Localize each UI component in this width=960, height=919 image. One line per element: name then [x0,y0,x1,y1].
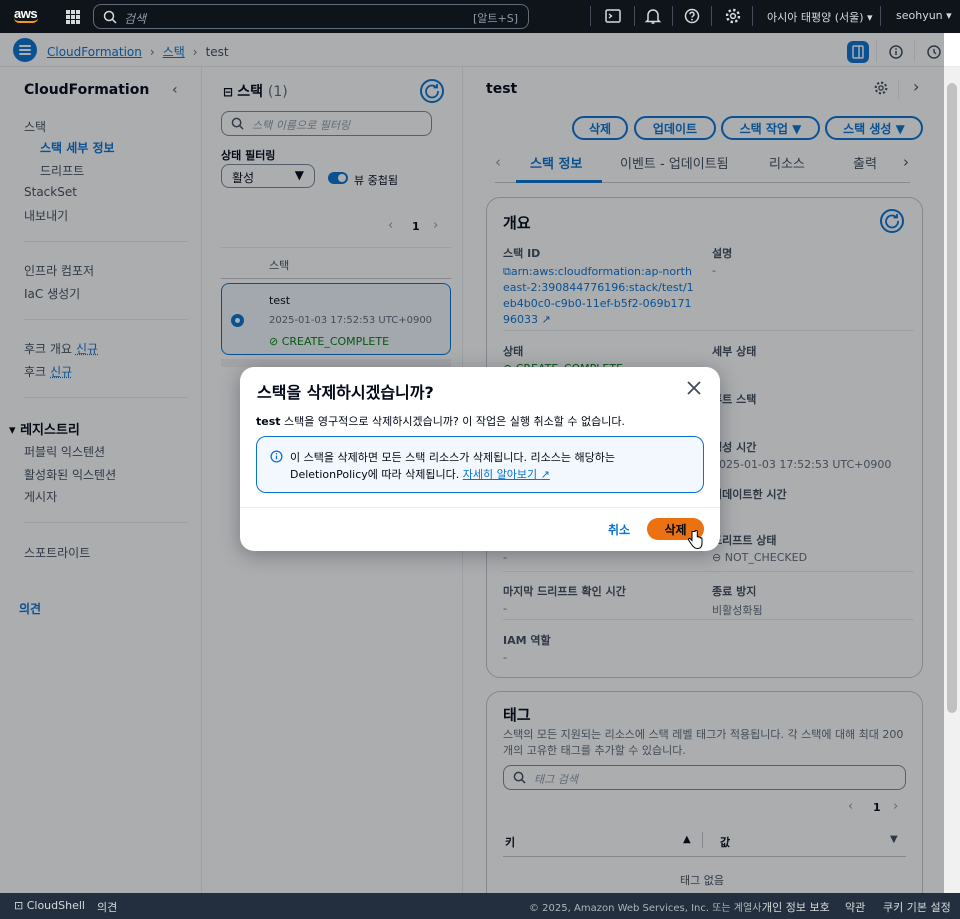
modal-divider [240,507,720,508]
alert-line-2-text: DeletionPolicy에 따라 삭제됩니다. [290,468,460,481]
region-selector[interactable]: 아시아 태평양 (서울) ▾ [767,9,873,25]
page-scrollbar[interactable] [944,67,960,893]
divider [634,6,635,26]
top-navigation: aws 검색 [알트+S] 아시아 태평양 (서울) ▾ seohyun ▾ [0,0,960,33]
footer: ⊡ CloudShell 의견 © 2025, Amazon Web Servi… [0,893,960,919]
divider [590,6,591,26]
external-link-icon: ↗ [540,468,550,481]
search-input[interactable]: 검색 [알트+S] [93,4,529,29]
modal-title: 스택을 삭제하시겠습니까? [257,383,434,402]
alert-line-2: DeletionPolicy에 따라 삭제됩니다. 자세히 알아보기 ↗ [290,466,550,482]
learn-more-link[interactable]: 자세히 알아보기 ↗ [463,468,550,481]
terms-link[interactable]: 약관 [845,899,865,915]
alert-line-1: 이 스택을 삭제하면 모든 스택 리소스가 삭제됩니다. 리소스는 해당하는 [290,451,615,464]
cookie-preferences-link[interactable]: 쿠키 기본 설정 [883,899,951,915]
cancel-button[interactable]: 취소 [608,521,630,538]
close-icon[interactable] [685,379,703,397]
info-alert: 이 스택을 삭제하면 모든 스택 리소스가 삭제됩니다. 리소스는 해당하는 D… [256,436,704,493]
divider [711,6,712,26]
cloudshell-link[interactable]: ⊡ CloudShell [14,899,85,912]
hand-cursor-icon [687,530,703,550]
info-icon [270,450,283,463]
gear-icon[interactable] [724,7,742,25]
cloudshell-icon[interactable] [604,7,622,25]
search-icon [103,10,117,24]
delete-stack-modal: 스택을 삭제하시겠습니까? test 스택을 영구적으로 삭제하시겠습니까? 이… [240,367,720,551]
modal-stack-name: test [256,415,281,428]
cloudshell-label: CloudShell [26,899,85,912]
divider [752,6,753,26]
search-shortcut: [알트+S] [472,12,518,25]
modal-body: test 스택을 영구적으로 삭제하시겠습니까? 이 작업은 실행 취소할 수 … [256,413,625,429]
learn-more-text: 자세히 알아보기 [462,468,538,481]
bell-icon[interactable] [644,7,662,25]
cloudshell-icon: ⊡ [14,899,27,912]
copyright: © 2025, Amazon Web Services, Inc. 또는 계열사… [529,903,765,914]
aws-logo[interactable]: aws [14,6,38,23]
user-menu[interactable]: seohyun ▾ [896,9,952,22]
privacy-link[interactable]: 개인 정보 보호 [762,899,830,915]
modal-body-text: 스택을 영구적으로 삭제하시겠습니까? 이 작업은 실행 취소할 수 없습니다. [280,415,625,428]
divider [880,6,881,26]
footer-feedback-link[interactable]: 의견 [97,899,117,915]
services-grid-icon[interactable] [66,10,80,24]
help-icon[interactable] [683,7,701,25]
divider [672,6,673,26]
search-placeholder: 검색 [124,12,147,26]
